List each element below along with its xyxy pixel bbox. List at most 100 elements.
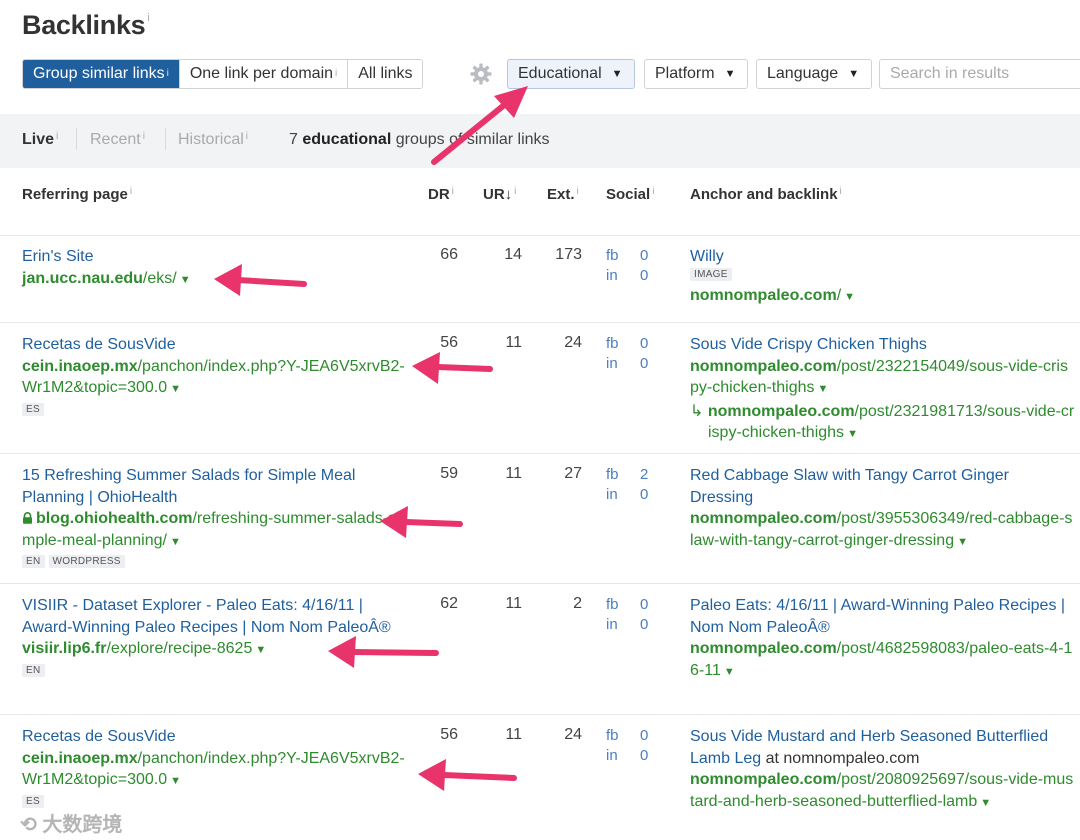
referring-page-cell: Recetas de SousVide cein.inaoep.mx/panch…: [22, 334, 407, 417]
caret-down-icon: ▼: [611, 68, 623, 80]
column-header-anchor[interactable]: Anchor and backlink i: [690, 186, 842, 203]
language-tag: ES: [22, 794, 44, 808]
social-values: 00: [640, 247, 649, 284]
anchor-cell: Sous Vide Mustard and Herb Seasoned Butt…: [690, 726, 1075, 814]
referring-page-cell: VISIIR - Dataset Explorer - Paleo Eats: …: [22, 595, 407, 678]
referring-page-title-link[interactable]: Recetas de SousVide: [22, 728, 176, 745]
dr-value: 66: [440, 246, 458, 263]
gear-icon[interactable]: [469, 62, 493, 86]
divider: [0, 322, 1080, 323]
caret-down-icon[interactable]: ▼: [818, 383, 829, 395]
referring-page-title-link[interactable]: VISIIR - Dataset Explorer - Paleo Eats: …: [22, 597, 391, 636]
language-tag: EN: [22, 663, 45, 677]
language-dropdown[interactable]: Language ▼: [756, 59, 872, 89]
backlink-url-link[interactable]: nomnompaleo.com/post/3955306349/red-cabb…: [690, 510, 1072, 549]
anchor-suffix: at nomnompaleo.com: [761, 749, 920, 767]
backlink-url-link[interactable]: nomnompaleo.com/post/2322154049/sous-vid…: [690, 358, 1068, 397]
ext-value[interactable]: 24: [542, 726, 582, 744]
social-values: 00: [640, 596, 649, 633]
backlink-url-link[interactable]: nomnompaleo.com/post/2080925697/sous-vid…: [690, 771, 1073, 810]
info-icon[interactable]: i: [577, 186, 579, 197]
column-header-dr[interactable]: DR i: [428, 186, 454, 203]
ext-value[interactable]: 24: [542, 334, 582, 352]
caret-down-icon[interactable]: ▼: [170, 775, 181, 787]
anchor-cell: Red Cabbage Slaw with Tangy Carrot Ginge…: [690, 465, 1075, 553]
anchor-cell: Paleo Eats: 4/16/11 | Award-Winning Pale…: [690, 595, 1075, 683]
anchor-text[interactable]: Sous Vide Crispy Chicken Thighs: [690, 336, 927, 353]
one-link-per-domain-button[interactable]: One link per domain i: [179, 60, 349, 88]
social-values: 00: [640, 335, 649, 372]
column-header-referring-page[interactable]: Referring page i: [22, 186, 132, 203]
divider: [0, 714, 1080, 715]
ext-value[interactable]: 27: [542, 465, 582, 483]
link-grouping-toggle: Group similar links i One link per domain…: [22, 59, 424, 89]
caret-down-icon[interactable]: ▼: [957, 536, 968, 548]
info-icon[interactable]: i: [167, 68, 169, 79]
info-icon[interactable]: i: [147, 12, 149, 24]
caret-down-icon[interactable]: ▼: [844, 291, 855, 303]
referring-page-url-link[interactable]: jan.ucc.nau.edu/eks/: [22, 270, 177, 287]
column-header-social[interactable]: Social i: [606, 186, 654, 203]
anchor-cell: Willy IMAGE nomnompaleo.com/▼: [690, 246, 1075, 308]
divider: [165, 128, 166, 150]
referring-page-title-link[interactable]: Recetas de SousVide: [22, 336, 176, 353]
column-header-ext[interactable]: Ext. i: [547, 186, 579, 203]
anchor-text[interactable]: Red Cabbage Slaw with Tangy Carrot Ginge…: [690, 467, 1009, 506]
backlink-url-link[interactable]: nomnompaleo.com/: [690, 287, 841, 304]
platform-tag: WORDPRESS: [48, 555, 125, 568]
caret-down-icon[interactable]: ▼: [255, 644, 266, 656]
all-links-button[interactable]: All links: [348, 60, 423, 88]
info-icon[interactable]: i: [246, 131, 248, 142]
referring-page-url-link[interactable]: cein.inaoep.mx/panchon/index.php?Y-JEA6V…: [22, 750, 405, 789]
caret-down-icon[interactable]: ▼: [724, 666, 735, 678]
language-tag: ES: [22, 402, 44, 416]
caret-down-icon: ▼: [848, 68, 860, 80]
caret-down-icon[interactable]: ▼: [847, 428, 858, 440]
redirect-arrow-icon: ↳: [690, 402, 704, 420]
ext-value[interactable]: 173: [542, 246, 582, 264]
info-icon[interactable]: i: [56, 131, 58, 142]
backlink-url-link[interactable]: nomnompaleo.com/post/4682598083/paleo-ea…: [690, 640, 1072, 679]
referring-page-cell: 15 Refreshing Summer Salads for Simple M…: [22, 465, 407, 569]
anchor-text[interactable]: Willy: [690, 248, 724, 265]
ext-value[interactable]: 2: [542, 595, 582, 613]
language-tag: EN: [22, 555, 45, 568]
redirect-url-link[interactable]: nomnompaleo.com/post/2321981713/sous-vid…: [708, 403, 1074, 442]
referring-page-title-link[interactable]: 15 Refreshing Summer Salads for Simple M…: [22, 467, 355, 506]
referring-page-url-link[interactable]: visiir.lip6.fr/explore/recipe-8625: [22, 640, 252, 657]
divider: [0, 235, 1080, 236]
info-icon[interactable]: i: [130, 186, 132, 197]
column-header-ur[interactable]: UR↓ i: [483, 186, 516, 203]
caret-down-icon[interactable]: ▼: [170, 536, 181, 548]
educational-dropdown[interactable]: Educational ▼: [507, 59, 635, 89]
tab-recent[interactable]: Recent i: [90, 131, 145, 149]
ur-value: 11: [505, 465, 522, 482]
info-icon[interactable]: i: [143, 131, 145, 142]
caret-down-icon[interactable]: ▼: [980, 797, 991, 809]
info-icon[interactable]: i: [652, 186, 654, 197]
info-icon[interactable]: i: [335, 68, 337, 79]
anchor-text[interactable]: Paleo Eats: 4/16/11 | Award-Winning Pale…: [690, 597, 1065, 636]
referring-page-url-link[interactable]: blog.ohiohealth.com/refreshing-summer-sa…: [22, 510, 400, 549]
anchor-cell: Sous Vide Crispy Chicken Thighs nomnompa…: [690, 334, 1075, 446]
info-icon[interactable]: i: [840, 186, 842, 197]
caret-down-icon[interactable]: ▼: [180, 274, 191, 286]
caret-down-icon[interactable]: ▼: [170, 383, 181, 395]
referring-page-title-link[interactable]: Erin's Site: [22, 248, 94, 265]
tab-historical[interactable]: Historical i: [178, 131, 248, 149]
image-tag: IMAGE: [690, 267, 732, 281]
dr-value: 56: [440, 334, 458, 351]
social-values: 00: [640, 727, 649, 764]
info-icon[interactable]: i: [514, 186, 516, 197]
lock-icon: [23, 512, 32, 524]
platform-dropdown[interactable]: Platform ▼: [644, 59, 748, 89]
tab-live[interactable]: Live i: [22, 131, 58, 149]
search-input[interactable]: [879, 59, 1080, 89]
ur-value: 14: [504, 246, 522, 263]
social-values: 20: [640, 466, 649, 503]
watermark-logo-icon: ⟲: [20, 814, 43, 836]
info-icon[interactable]: i: [452, 186, 454, 197]
sort-desc-icon: ↓: [504, 186, 513, 203]
referring-page-url-link[interactable]: cein.inaoep.mx/panchon/index.php?Y-JEA6V…: [22, 358, 405, 397]
group-similar-links-button[interactable]: Group similar links i: [23, 60, 180, 88]
